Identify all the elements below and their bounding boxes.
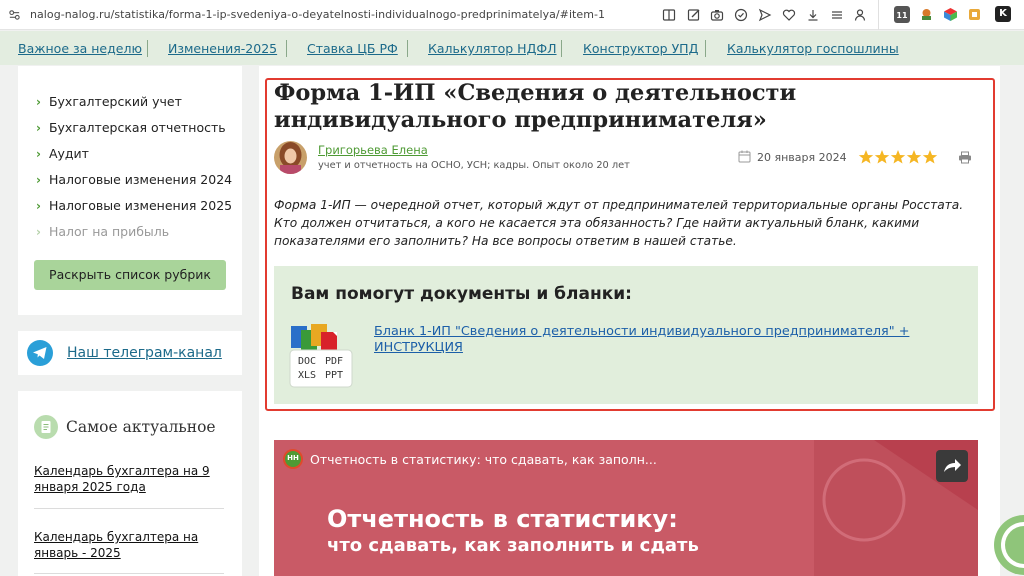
video-subheadline: что сдавать, как заполнить и сдать xyxy=(327,535,699,556)
nav-important-week[interactable]: Важное за неделю xyxy=(18,41,142,56)
telegram-icon[interactable] xyxy=(27,340,53,366)
toolbar-divider xyxy=(878,0,879,30)
extension-icon-4[interactable] xyxy=(967,7,982,22)
reader-mode-icon[interactable] xyxy=(662,7,676,21)
rubric-item-faded[interactable]: › Налог на прибыль xyxy=(36,224,169,239)
video-headline: Отчетность в статистику: xyxy=(327,505,678,533)
nav-separator xyxy=(286,40,287,57)
download-icon[interactable] xyxy=(806,7,820,21)
share-button[interactable] xyxy=(936,450,968,482)
rubric-item[interactable]: › Бухгалтерский учет xyxy=(36,94,182,109)
rubric-item[interactable]: › Бухгалтерская отчетность xyxy=(36,120,226,135)
actual-link[interactable]: Календарь бухгалтера на январь - 2025 xyxy=(34,529,224,561)
nav-separator xyxy=(561,40,562,57)
nav-ndfl-calc[interactable]: Калькулятор НДФЛ xyxy=(428,41,557,56)
camera-icon[interactable] xyxy=(710,7,724,21)
shield-check-icon[interactable] xyxy=(734,7,748,22)
extension-k-icon[interactable]: K xyxy=(995,6,1011,22)
share-icon xyxy=(944,459,961,472)
nav-cb-rate[interactable]: Ставка ЦБ РФ xyxy=(307,41,398,56)
chevron-right-icon: › xyxy=(36,147,41,161)
chevron-right-icon: › xyxy=(36,173,41,187)
chevron-right-icon: › xyxy=(36,199,41,213)
divider xyxy=(34,508,224,509)
top-navigation: Важное за неделю Изменения-2025 Ставка Ц… xyxy=(0,31,1024,65)
url-text[interactable]: nalog-nalog.ru/statistika/forma-1-ip-sve… xyxy=(30,8,605,21)
chevron-right-icon: › xyxy=(36,121,41,135)
heart-icon[interactable] xyxy=(782,7,796,21)
expand-rubrics-button[interactable]: Раскрыть список рубрик xyxy=(34,260,226,290)
extension-icon-2[interactable] xyxy=(919,7,934,22)
nav-separator xyxy=(147,40,148,57)
profile-icon[interactable] xyxy=(853,7,867,21)
floating-help-button[interactable] xyxy=(984,514,1024,576)
calendar-extension-icon[interactable]: 11 xyxy=(894,6,910,23)
document-icon xyxy=(34,415,58,439)
rubric-item[interactable]: › Налоговые изменения 2025 xyxy=(36,198,232,213)
telegram-channel-link[interactable]: Наш телеграм-канал xyxy=(67,345,222,361)
rubric-item[interactable]: › Налоговые изменения 2024 xyxy=(36,172,232,187)
menu-icon[interactable] xyxy=(830,7,844,21)
nav-separator xyxy=(407,40,408,57)
divider xyxy=(34,573,224,574)
video-title[interactable]: Отчетность в статистику: что сдавать, ка… xyxy=(310,452,657,467)
chevron-right-icon: › xyxy=(36,225,41,239)
edit-icon[interactable] xyxy=(687,7,701,21)
nav-separator xyxy=(705,40,706,57)
nav-changes-2025[interactable]: Изменения-2025 xyxy=(168,41,277,56)
channel-logo-text: НН xyxy=(287,454,299,462)
extension-icon-3[interactable] xyxy=(943,7,958,22)
nav-upd-constructor[interactable]: Конструктор УПД xyxy=(583,41,698,56)
browser-address-bar[interactable]: nalog-nalog.ru/statistika/forma-1-ip-sve… xyxy=(0,0,1024,30)
chevron-right-icon: › xyxy=(36,95,41,109)
actual-link[interactable]: Календарь бухгалтера на 9 января 2025 го… xyxy=(34,463,224,495)
rubric-item[interactable]: › Аудит xyxy=(36,146,89,161)
nav-duty-calc[interactable]: Калькулятор госпошлины xyxy=(727,41,899,56)
site-info-icon[interactable] xyxy=(8,8,21,21)
actual-section-title: Самое актуальное xyxy=(66,418,216,436)
highlight-frame xyxy=(265,78,995,411)
send-icon[interactable] xyxy=(758,7,772,22)
